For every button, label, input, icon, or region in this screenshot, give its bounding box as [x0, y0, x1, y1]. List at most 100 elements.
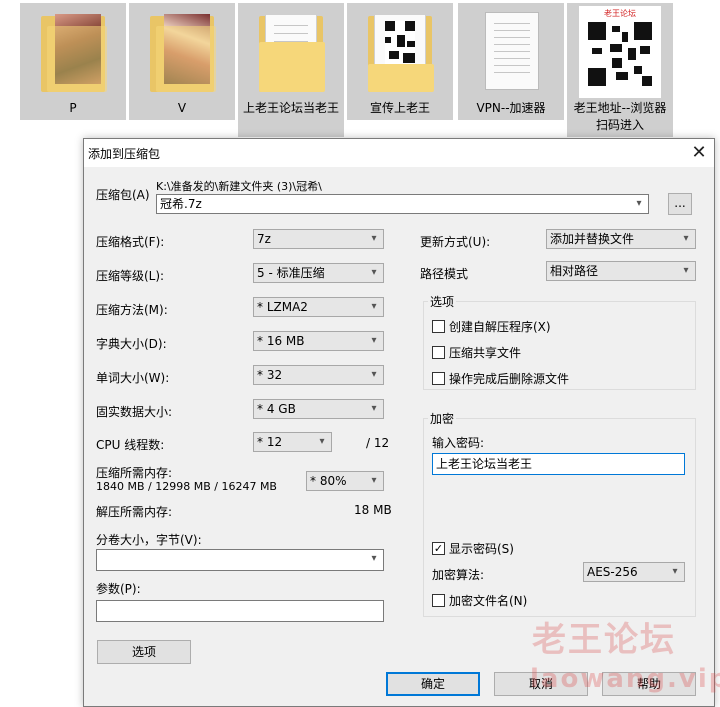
chevron-down-icon: ▾ [319, 436, 325, 447]
checkbox-icon [432, 346, 445, 359]
level-value: 5 - 标准压缩 [257, 266, 325, 280]
file-label: P [69, 101, 77, 115]
file-label: VPN--加速器 [476, 101, 546, 115]
chevron-down-icon: ▾ [636, 198, 642, 209]
path-mode-select[interactable]: 相对路径 ▾ [546, 261, 696, 281]
word-select[interactable]: * 32 ▾ [253, 365, 384, 385]
update-select[interactable]: 添加并替换文件 ▾ [546, 229, 696, 249]
password-label: 输入密码: [432, 436, 485, 450]
file-label: 老王地址--浏览器扫码进入 [573, 101, 667, 132]
chevron-down-icon: ▾ [371, 233, 377, 244]
method-label: 压缩方法(M): [96, 303, 168, 317]
cpu-max: / 12 [366, 436, 390, 450]
path-mode-label: 路径模式 [420, 267, 469, 281]
dialog-title: 添加到压缩包 [88, 147, 161, 161]
method-value: * LZMA2 [257, 300, 308, 314]
memory-value: * 80% [310, 474, 347, 488]
shared-checkbox[interactable]: 压缩共享文件 [432, 344, 521, 361]
archive-path: K:\准备发的\新建文件夹 (3)\冠希\ [156, 180, 322, 193]
format-select[interactable]: 7z ▾ [253, 229, 384, 249]
file-item-vpn[interactable]: VPN--加速器 [458, 3, 564, 120]
memory-label: 压缩所需内存: [96, 466, 173, 480]
sfx-checkbox[interactable]: 创建自解压程序(X) [432, 318, 551, 335]
delete-source-checkbox[interactable]: 操作完成后删除源文件 [432, 370, 569, 387]
archive-label: 压缩包(A) [96, 188, 150, 202]
file-item-v[interactable]: V [129, 3, 235, 120]
encryption-method-label: 加密算法: [432, 568, 485, 582]
decomp-label: 解压所需内存: [96, 505, 173, 519]
archive-name-value: 冠希.7z [160, 197, 202, 211]
word-label: 单词大小(W): [96, 371, 170, 385]
document-icon [255, 12, 327, 94]
qr-image-title: 老王论坛 [604, 9, 636, 18]
solid-value: * 4 GB [257, 402, 296, 416]
dialog-titlebar: 添加到压缩包 ✕ [84, 139, 714, 167]
cpu-value: * 12 [257, 435, 283, 449]
params-input[interactable] [96, 600, 384, 622]
encryption-group-title: 加密 [428, 410, 457, 427]
file-item-p[interactable]: P [20, 3, 126, 120]
show-password-label: 显示密码(S) [449, 542, 514, 556]
file-label: V [177, 101, 187, 115]
checkbox-icon [432, 372, 445, 385]
sfx-label: 创建自解压程序(X) [449, 320, 551, 334]
watermark-url: laowang.vip [530, 664, 720, 694]
chevron-down-icon: ▾ [371, 369, 377, 380]
folder-icon [146, 12, 218, 94]
format-value: 7z [257, 232, 271, 246]
watermark-text: 老王论坛 [532, 620, 676, 660]
chevron-down-icon: ▾ [683, 265, 689, 276]
archive-name-combo[interactable]: 冠希.7z ▾ [156, 194, 649, 214]
volume-combo[interactable]: ▾ [96, 549, 384, 571]
file-item-address[interactable]: 老王论坛 老王地址--浏览器扫码进入 [567, 3, 673, 137]
dict-label: 字典大小(D): [96, 337, 167, 351]
file-label: 宣传上老王 [369, 101, 430, 115]
checkbox-icon [432, 320, 445, 333]
memory-detail: 1840 MB / 12998 MB / 16247 MB [96, 480, 277, 493]
path-mode-value: 相对路径 [550, 264, 599, 278]
format-label: 压缩格式(F): [96, 235, 165, 249]
chevron-down-icon: ▾ [371, 301, 377, 312]
method-select[interactable]: * LZMA2 ▾ [253, 297, 384, 317]
memory-select[interactable]: * 80% ▾ [306, 471, 384, 491]
cpu-label: CPU 线程数: [96, 438, 165, 452]
volume-label: 分卷大小，字节(V): [96, 533, 202, 547]
encrypt-names-label: 加密文件名(N) [449, 594, 528, 608]
text-file-icon [475, 12, 547, 94]
update-label: 更新方式(U): [420, 235, 491, 249]
ok-button[interactable]: 确定 [386, 672, 480, 696]
params-label: 参数(P): [96, 582, 141, 596]
chevron-down-icon: ▾ [371, 553, 377, 564]
solid-label: 固实数据大小: [96, 405, 173, 419]
qr-document-icon [364, 12, 436, 94]
password-input[interactable]: 上老王论坛当老王 [432, 453, 685, 475]
cpu-select[interactable]: * 12 ▾ [253, 432, 332, 452]
file-label: 上老王论坛当老王 [242, 101, 339, 115]
encryption-method-select[interactable]: AES-256 ▾ [583, 562, 685, 582]
show-password-checkbox[interactable]: ✓ 显示密码(S) [432, 540, 514, 557]
options-button[interactable]: 选项 [97, 640, 191, 664]
chevron-down-icon: ▾ [371, 475, 377, 486]
dict-select[interactable]: * 16 MB ▾ [253, 331, 384, 351]
checkmark-icon: ✓ [432, 542, 445, 555]
file-item-promo[interactable]: 宣传上老王 [347, 3, 453, 120]
level-select[interactable]: 5 - 标准压缩 ▾ [253, 263, 384, 283]
options-group-title: 选项 [428, 293, 457, 310]
file-item-text-document[interactable]: 上老王论坛当老王 [238, 3, 344, 137]
chevron-down-icon: ▾ [371, 335, 377, 346]
explorer-file-grid: P V 上老王论坛当老王 宣传上老王 VPN--加速器 老王论坛 老王地址--浏… [0, 0, 720, 140]
folder-icon [37, 12, 109, 94]
dict-value: * 16 MB [257, 334, 305, 348]
encrypt-names-checkbox[interactable]: 加密文件名(N) [432, 592, 527, 609]
word-value: * 32 [257, 368, 283, 382]
close-icon[interactable]: ✕ [684, 139, 714, 167]
browse-button[interactable]: ... [668, 193, 692, 215]
delete-source-label: 操作完成后删除源文件 [449, 372, 570, 386]
solid-select[interactable]: * 4 GB ▾ [253, 399, 384, 419]
decomp-value: 18 MB [354, 503, 392, 517]
checkbox-icon [432, 594, 445, 607]
shared-label: 压缩共享文件 [449, 346, 522, 360]
encryption-method-value: AES-256 [587, 565, 638, 579]
level-label: 压缩等级(L): [96, 269, 165, 283]
chevron-down-icon: ▾ [683, 233, 689, 244]
